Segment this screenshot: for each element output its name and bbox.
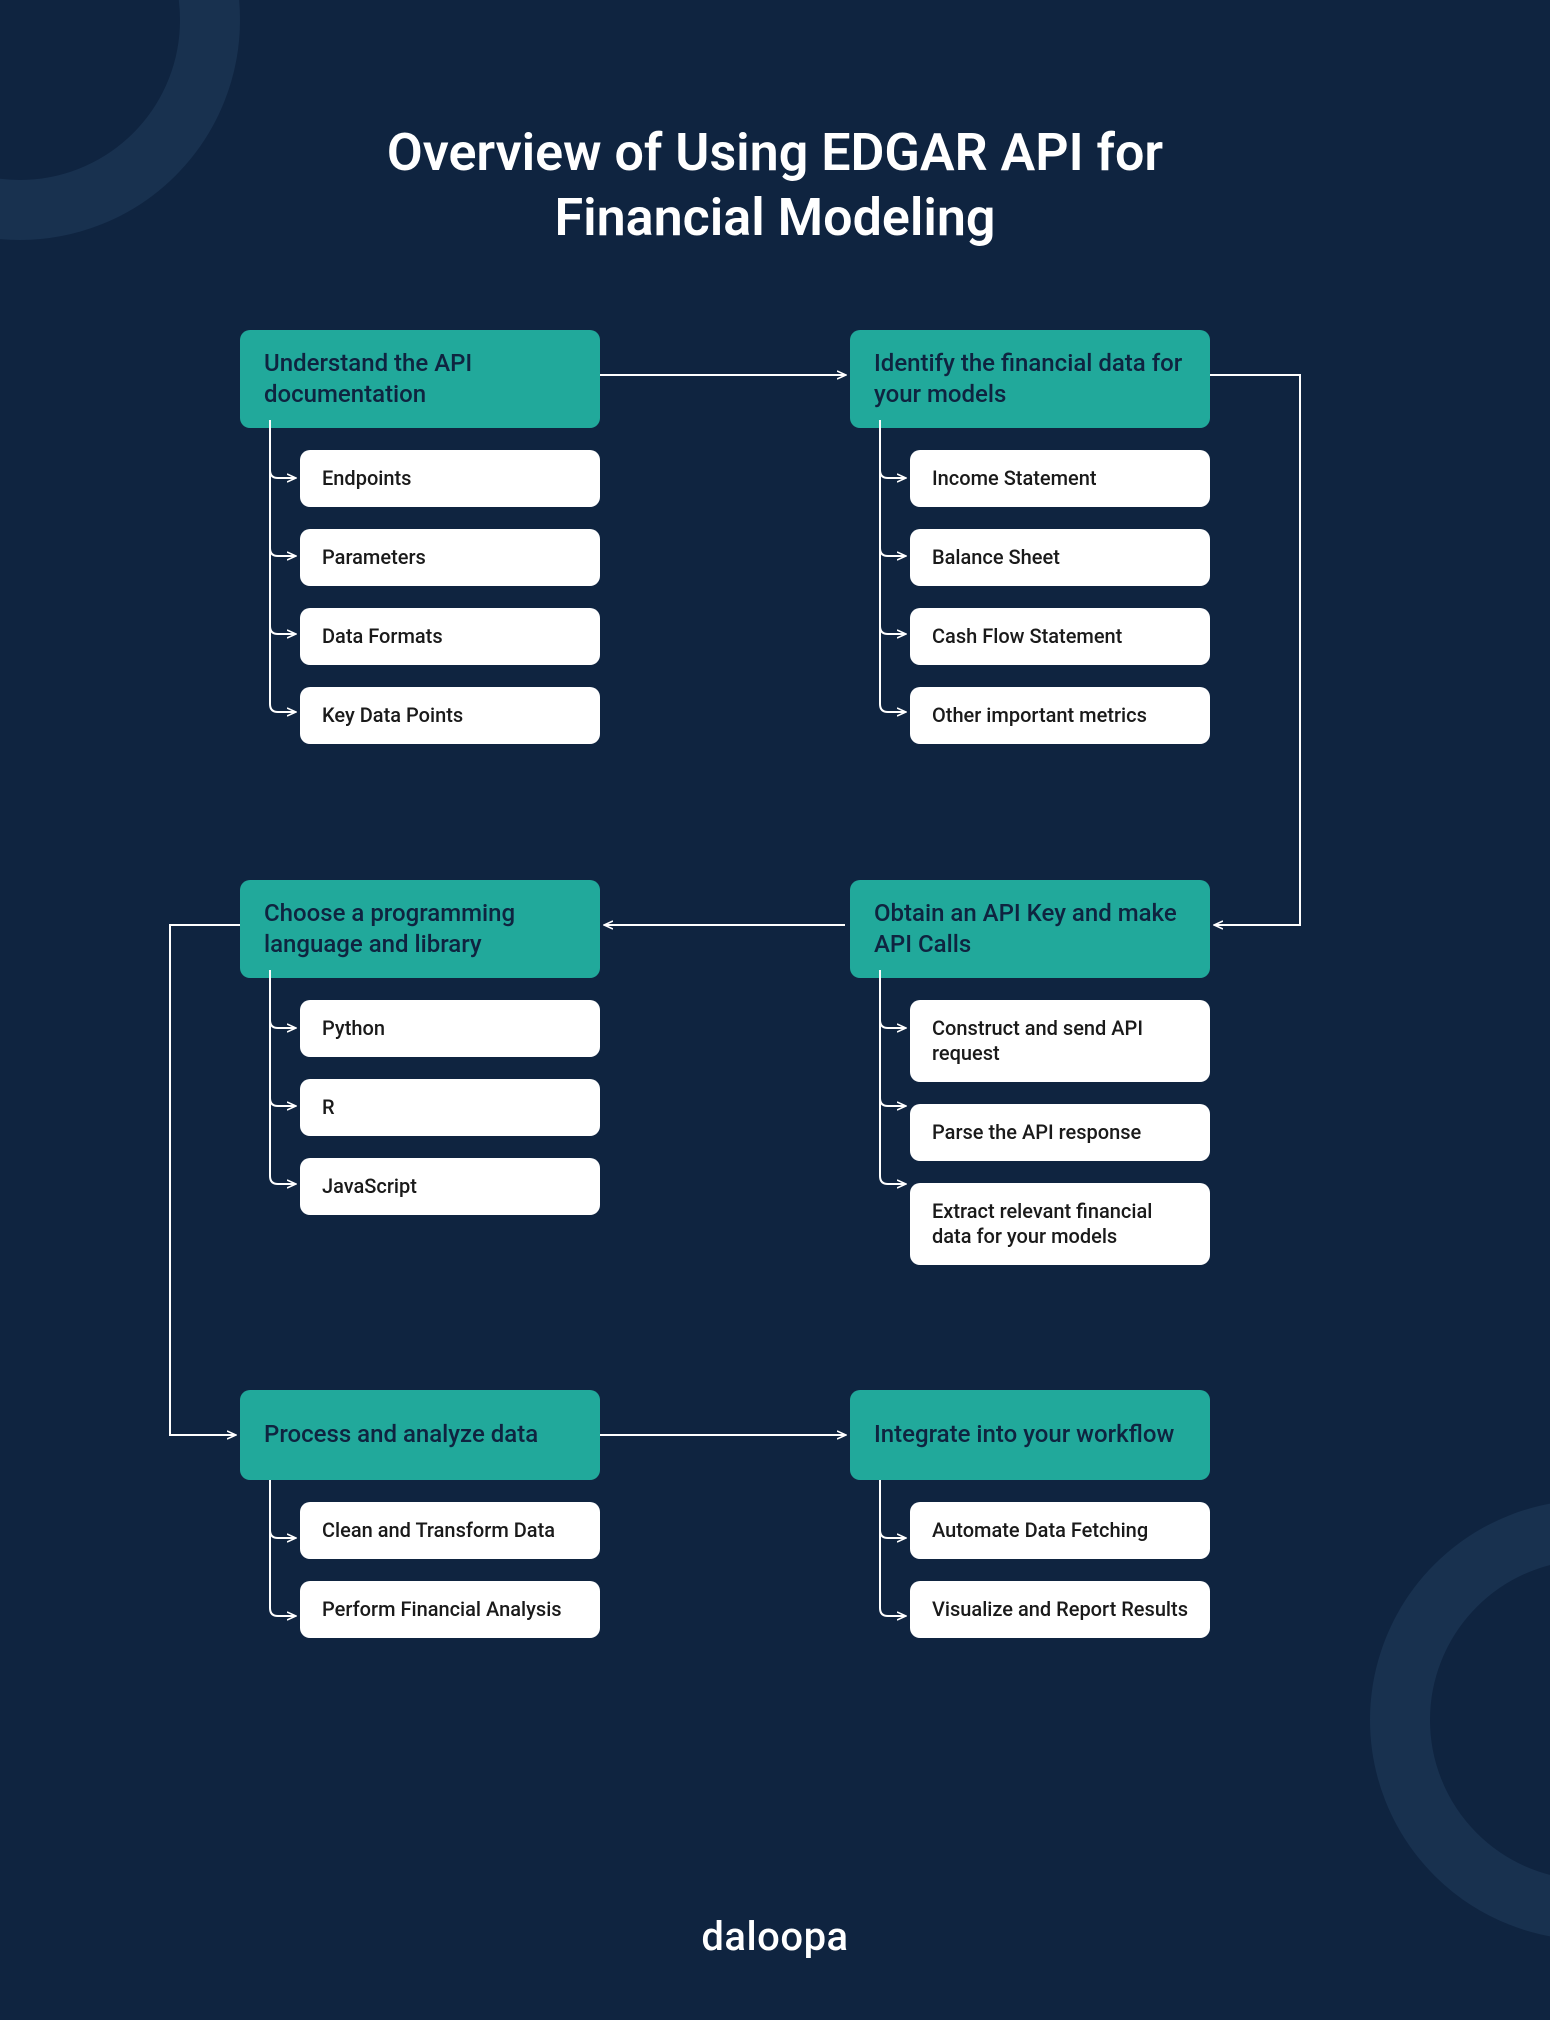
step-items: Income Statement Balance Sheet Cash Flow… — [850, 450, 1210, 744]
connector-lines — [0, 0, 1550, 2020]
decorative-ring-bottom-right — [1370, 1500, 1550, 1940]
step-items: Clean and Transform Data Perform Financi… — [240, 1502, 600, 1638]
item: R — [300, 1079, 600, 1136]
item: Parameters — [300, 529, 600, 586]
step-items: Construct and send API request Parse the… — [850, 1000, 1210, 1265]
title-line-2: Financial Modeling — [555, 187, 996, 248]
item: Python — [300, 1000, 600, 1057]
item: Endpoints — [300, 450, 600, 507]
step-items: Python R JavaScript — [240, 1000, 600, 1215]
page-title: Overview of Using EDGAR API for Financia… — [0, 120, 1550, 250]
item: Extract relevant financial data for your… — [910, 1183, 1210, 1265]
title-line-1: Overview of Using EDGAR API for — [387, 122, 1163, 183]
item: Construct and send API request — [910, 1000, 1210, 1082]
step-header: Choose a programming language and librar… — [240, 880, 600, 978]
item: Key Data Points — [300, 687, 600, 744]
item: Data Formats — [300, 608, 600, 665]
step-header: Process and analyze data — [240, 1390, 600, 1480]
item: JavaScript — [300, 1158, 600, 1215]
step-items: Endpoints Parameters Data Formats Key Da… — [240, 450, 600, 744]
step-choose-language: Choose a programming language and librar… — [240, 880, 600, 1215]
item: Income Statement — [910, 450, 1210, 507]
brand-logo: daloopa — [0, 1913, 1550, 1960]
item: Cash Flow Statement — [910, 608, 1210, 665]
step-header: Integrate into your workflow — [850, 1390, 1210, 1480]
item: Balance Sheet — [910, 529, 1210, 586]
step-identify-data: Identify the financial data for your mod… — [850, 330, 1210, 744]
item: Parse the API response — [910, 1104, 1210, 1161]
step-integrate-workflow: Integrate into your workflow Automate Da… — [850, 1390, 1210, 1638]
item: Visualize and Report Results — [910, 1581, 1210, 1638]
item: Clean and Transform Data — [300, 1502, 600, 1559]
item: Other important metrics — [910, 687, 1210, 744]
step-header: Understand the API documentation — [240, 330, 600, 428]
step-api-key: Obtain an API Key and make API Calls Con… — [850, 880, 1210, 1265]
item: Automate Data Fetching — [910, 1502, 1210, 1559]
step-header: Obtain an API Key and make API Calls — [850, 880, 1210, 978]
step-header: Identify the financial data for your mod… — [850, 330, 1210, 428]
item: Perform Financial Analysis — [300, 1581, 600, 1638]
step-items: Automate Data Fetching Visualize and Rep… — [850, 1502, 1210, 1638]
step-understand-api: Understand the API documentation Endpoin… — [240, 330, 600, 744]
step-process-analyze: Process and analyze data Clean and Trans… — [240, 1390, 600, 1638]
